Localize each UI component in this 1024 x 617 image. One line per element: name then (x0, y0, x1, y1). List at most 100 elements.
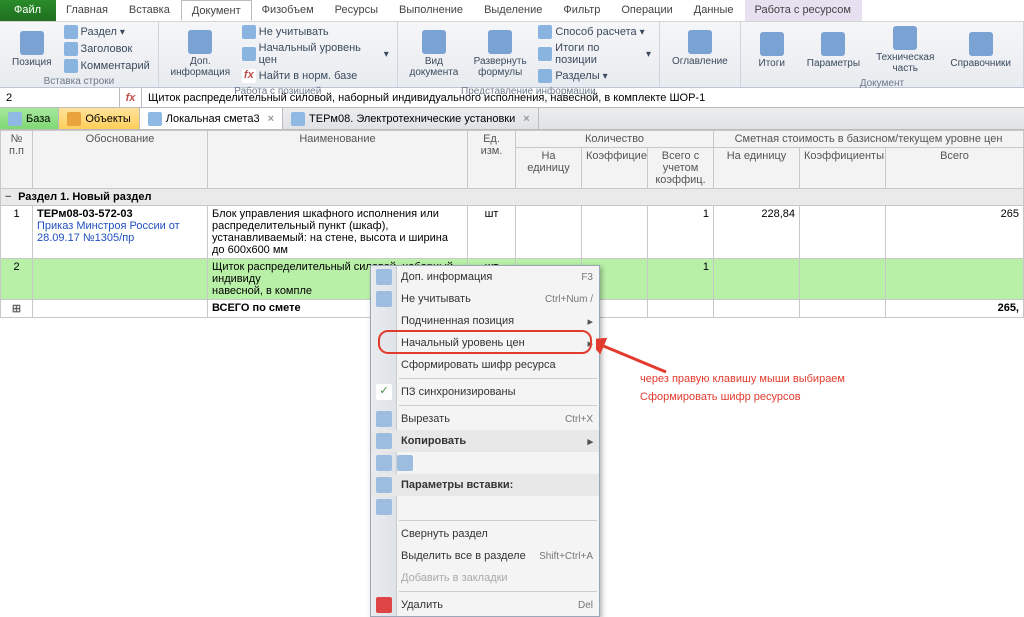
col-kol[interactable]: Количество (516, 131, 714, 148)
ctx-paste-options[interactable] (371, 496, 599, 518)
formula-bar: 2 fx Щиток распределительный силовой, на… (0, 88, 1024, 108)
techpart-icon (893, 26, 917, 50)
ctx-svernut[interactable]: Свернуть раздел (371, 523, 599, 545)
col-name[interactable]: Наименование (208, 131, 468, 189)
ctx-nachur[interactable]: Начальный уровень цен (371, 332, 599, 354)
col-na-ed[interactable]: Наединицу (516, 148, 582, 189)
btn-itogi[interactable]: Итоги (747, 30, 797, 71)
tab-insert[interactable]: Вставка (119, 0, 181, 21)
ctx-dobavit: Добавить в закладки (371, 567, 599, 589)
col-ed[interactable]: Ед. изм. (468, 131, 516, 189)
ctx-podchin[interactable]: Подчиненная позиция (371, 310, 599, 332)
cut-icon (376, 411, 392, 427)
header-icon (64, 42, 78, 56)
info-icon (188, 30, 212, 54)
btn-itogipoz[interactable]: Итоги по позиции ▾ (536, 41, 653, 67)
ctx-neuchit[interactable]: Не учитыватьCtrl+Num / (371, 288, 599, 310)
ctx-vydelit[interactable]: Выделить все в разделеShift+Ctrl+A (371, 545, 599, 567)
col-obosn[interactable]: Обоснование (33, 131, 208, 189)
fx-button[interactable]: fx (120, 88, 142, 107)
ctx-copy-options[interactable] (371, 452, 599, 474)
btn-techchast[interactable]: Техническаячасть (870, 24, 940, 76)
tab-operations[interactable]: Операции (611, 0, 683, 21)
btn-oglavlenie[interactable]: Оглавление (666, 28, 734, 69)
ctx-udalit[interactable]: УдалитьDel (371, 594, 599, 616)
formula-text[interactable]: Щиток распределительный силовой, наборны… (142, 90, 1024, 106)
ctx-vyrezat[interactable]: ВырезатьCtrl+X (371, 408, 599, 430)
tab-fizobem[interactable]: Физобъем (252, 0, 325, 21)
btn-neuchityvat[interactable]: Не учитывать (240, 24, 391, 40)
close-icon[interactable]: × (523, 113, 529, 125)
ctx-paramv: Параметры вставки: (371, 474, 599, 496)
btn-zagolovok[interactable]: Заголовок (62, 41, 152, 57)
cell-reference[interactable]: 2 (0, 88, 120, 107)
ctx-dopinfo[interactable]: Доп. информацияF3 (371, 266, 599, 288)
exclude-icon (376, 291, 392, 307)
doc-view-icon (422, 30, 446, 54)
btn-spravochniki[interactable]: Справочники (944, 30, 1017, 71)
section-icon (64, 25, 78, 39)
annotation-text: через правую клавишу мыши выбираем Сформ… (640, 370, 845, 406)
col-num[interactable]: №п.п (1, 131, 33, 189)
tab-file[interactable]: Файл (0, 0, 56, 21)
group-dokument: Документ (747, 76, 1017, 89)
btn-naitinorm[interactable]: fxНайти в норм. базе (240, 68, 391, 84)
btn-viddok[interactable]: Виддокумента (404, 28, 464, 80)
tab-rabota[interactable]: Работа с ресурсом (745, 0, 862, 21)
copy-doc-icon (376, 455, 392, 471)
col-smet[interactable]: Сметная стоимость в базисном/текущем уро… (714, 131, 1024, 148)
sum-icon (538, 47, 552, 61)
col-koef[interactable]: Коэффициенты (582, 148, 648, 189)
tab-filter[interactable]: Фильтр (553, 0, 611, 21)
doc-icon (291, 112, 305, 126)
close-icon[interactable]: × (268, 113, 274, 125)
ctx-pzsync[interactable]: ✓ПЗ синхронизированы (371, 381, 599, 403)
info-icon (376, 269, 392, 285)
fx-icon: fx (242, 69, 256, 83)
copy-text-icon (397, 455, 413, 471)
tab-selection[interactable]: Выделение (474, 0, 553, 21)
delete-icon (376, 597, 392, 613)
btn-razdely[interactable]: Разделы ▾ (536, 68, 653, 84)
ctx-sform-shifr[interactable]: Сформировать шифр ресурса (371, 354, 599, 376)
table-row[interactable]: 1 ТЕРм08-03-572-03Приказ Минстроя России… (1, 206, 1024, 259)
btn-razvernut[interactable]: Развернутьформулы (468, 28, 532, 80)
paste-icon (376, 477, 392, 493)
group-vstavka: Вставка строки (6, 74, 152, 87)
section-row[interactable]: − Раздел 1. Новый раздел (1, 189, 1024, 206)
ctx-kopirovat[interactable]: Копировать (371, 430, 599, 452)
toc-icon (688, 30, 712, 54)
btn-kommentariy[interactable]: Комментарий (62, 58, 152, 74)
btn-sposob[interactable]: Способ расчета ▾ (536, 24, 653, 40)
btn-parametry[interactable]: Параметры (801, 30, 866, 71)
col-s-koef[interactable]: Коэффициенты (800, 148, 886, 189)
expand-icon (488, 30, 512, 54)
tab-execution[interactable]: Выполнение (389, 0, 474, 21)
tab-data[interactable]: Данные (684, 0, 745, 21)
btn-nachuroven[interactable]: Начальный уровень цен ▾ (240, 41, 391, 67)
context-menu: Доп. информацияF3 Не учитыватьCtrl+Num /… (370, 265, 600, 617)
params-icon (821, 32, 845, 56)
doctab-baza[interactable]: База (0, 108, 59, 129)
doctab-term[interactable]: ТЕРм08. Электротехнические установки× (283, 108, 539, 129)
calc-icon (538, 25, 552, 39)
expand-icon[interactable]: ⊞ (12, 302, 22, 315)
fx-icon: fx (126, 92, 136, 104)
col-s-na-ed[interactable]: На единицу (714, 148, 800, 189)
doc-icon (148, 112, 162, 126)
tab-resources[interactable]: Ресурсы (325, 0, 389, 21)
btn-dopinfo[interactable]: Доп.информация (165, 28, 236, 80)
tab-document[interactable]: Документ (181, 0, 252, 21)
col-s-vsego[interactable]: Всего (886, 148, 1024, 189)
prikaz-link[interactable]: Приказ Минстроя России от 28.09.17 №1305… (37, 220, 180, 244)
folder-icon (67, 112, 81, 126)
col-vsego-uch[interactable]: Всего сучетомкоэффиц. (648, 148, 714, 189)
btn-razdel[interactable]: Раздел ▾ (62, 24, 152, 40)
doctab-objekty[interactable]: Объекты (59, 108, 139, 129)
doctab-smeta[interactable]: Локальная смета3× (140, 108, 283, 129)
collapse-icon[interactable]: − (5, 191, 15, 203)
btn-pozitsiya[interactable]: Позиция (6, 29, 58, 70)
level-icon (242, 47, 256, 61)
exclude-icon (242, 25, 256, 39)
tab-home[interactable]: Главная (56, 0, 119, 21)
